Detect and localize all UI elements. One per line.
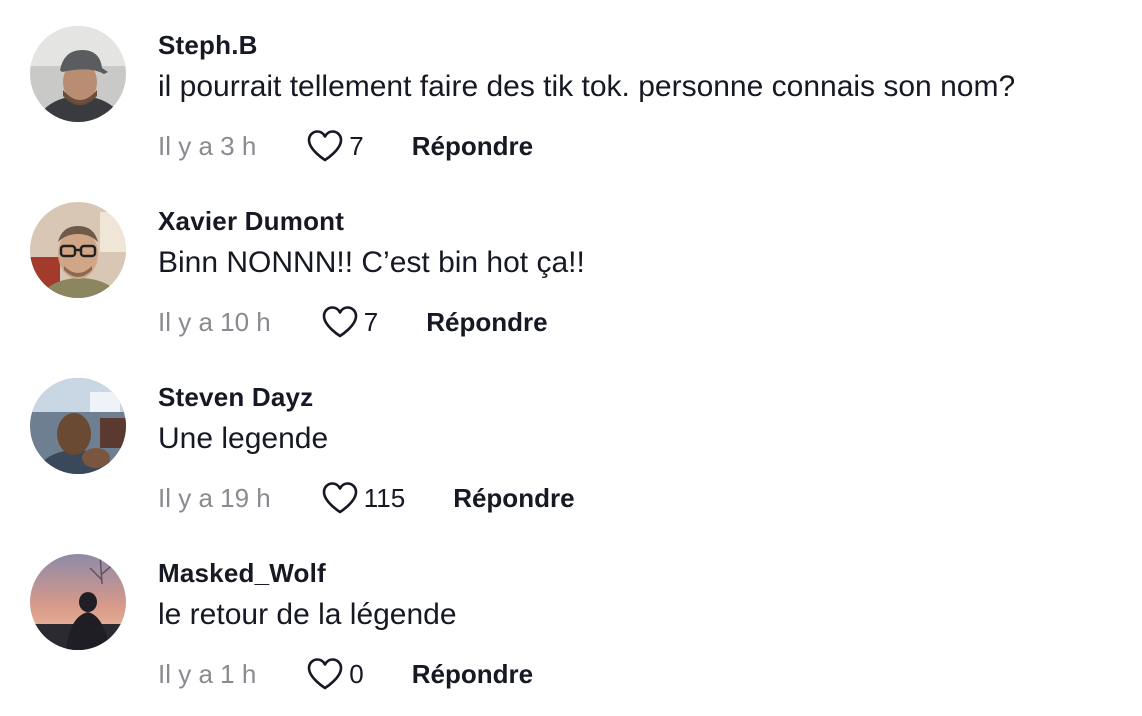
comment-meta: Il y a 10 h 7 Répondre xyxy=(158,304,548,340)
comment-meta: Il y a 1 h 0 Répondre xyxy=(158,656,533,692)
avatar-photo-man-with-cap xyxy=(30,26,126,122)
avatar[interactable] xyxy=(30,202,126,298)
comment-timestamp: Il y a 1 h xyxy=(158,658,257,689)
comment-username[interactable]: Xavier Dumont xyxy=(158,206,344,237)
heart-icon[interactable] xyxy=(306,129,344,163)
comment-item: Steven Dayz Une legende Il y a 19 h 115 … xyxy=(0,352,1142,528)
comment-text: il pourrait tellement faire des tik tok.… xyxy=(158,70,1016,103)
like-button[interactable]: 7 xyxy=(306,129,364,163)
comment-username[interactable]: Masked_Wolf xyxy=(158,558,326,589)
comment-username[interactable]: Steph.B xyxy=(158,30,258,61)
reply-button[interactable]: Répondre xyxy=(453,483,574,514)
avatar[interactable] xyxy=(30,554,126,650)
avatar-photo-silhouette-sunset xyxy=(30,554,126,650)
comment-timestamp: Il y a 10 h xyxy=(158,306,271,337)
comment-timestamp: Il y a 19 h xyxy=(158,482,271,513)
comment-text: le retour de la légende xyxy=(158,598,457,631)
heart-icon[interactable] xyxy=(321,481,359,515)
like-count: 115 xyxy=(363,482,406,513)
reply-button[interactable]: Répondre xyxy=(412,131,533,162)
comment-meta: Il y a 19 h 115 Répondre xyxy=(158,480,575,516)
comment-timestamp: Il y a 3 h xyxy=(158,130,257,161)
comment-item: Steph.B il pourrait tellement faire des … xyxy=(0,0,1142,176)
like-button[interactable]: 7 xyxy=(321,305,378,339)
avatar-photo-man-with-glasses xyxy=(30,202,126,298)
comment-item: Masked_Wolf le retour de la légende Il y… xyxy=(0,528,1142,704)
avatar-photo-man-in-car xyxy=(30,378,126,474)
avatar[interactable] xyxy=(30,26,126,122)
like-button[interactable]: 0 xyxy=(306,657,364,691)
comment-meta: Il y a 3 h 7 Répondre xyxy=(158,128,533,164)
heart-icon[interactable] xyxy=(306,657,344,691)
like-count: 0 xyxy=(349,658,364,689)
heart-icon[interactable] xyxy=(321,305,359,339)
like-count: 7 xyxy=(349,130,364,161)
comment-text: Une legende xyxy=(158,422,329,455)
reply-button[interactable]: Répondre xyxy=(412,659,533,690)
comment-item: Xavier Dumont Binn NONNN!! C’est bin hot… xyxy=(0,176,1142,352)
comment-text: Binn NONNN!! C’est bin hot ça!! xyxy=(158,246,585,279)
comment-username[interactable]: Steven Dayz xyxy=(158,382,313,413)
avatar[interactable] xyxy=(30,378,126,474)
reply-button[interactable]: Répondre xyxy=(426,307,547,338)
comment-list: Steph.B il pourrait tellement faire des … xyxy=(0,0,1142,716)
like-button[interactable]: 115 xyxy=(321,481,405,515)
like-count: 7 xyxy=(363,306,379,337)
